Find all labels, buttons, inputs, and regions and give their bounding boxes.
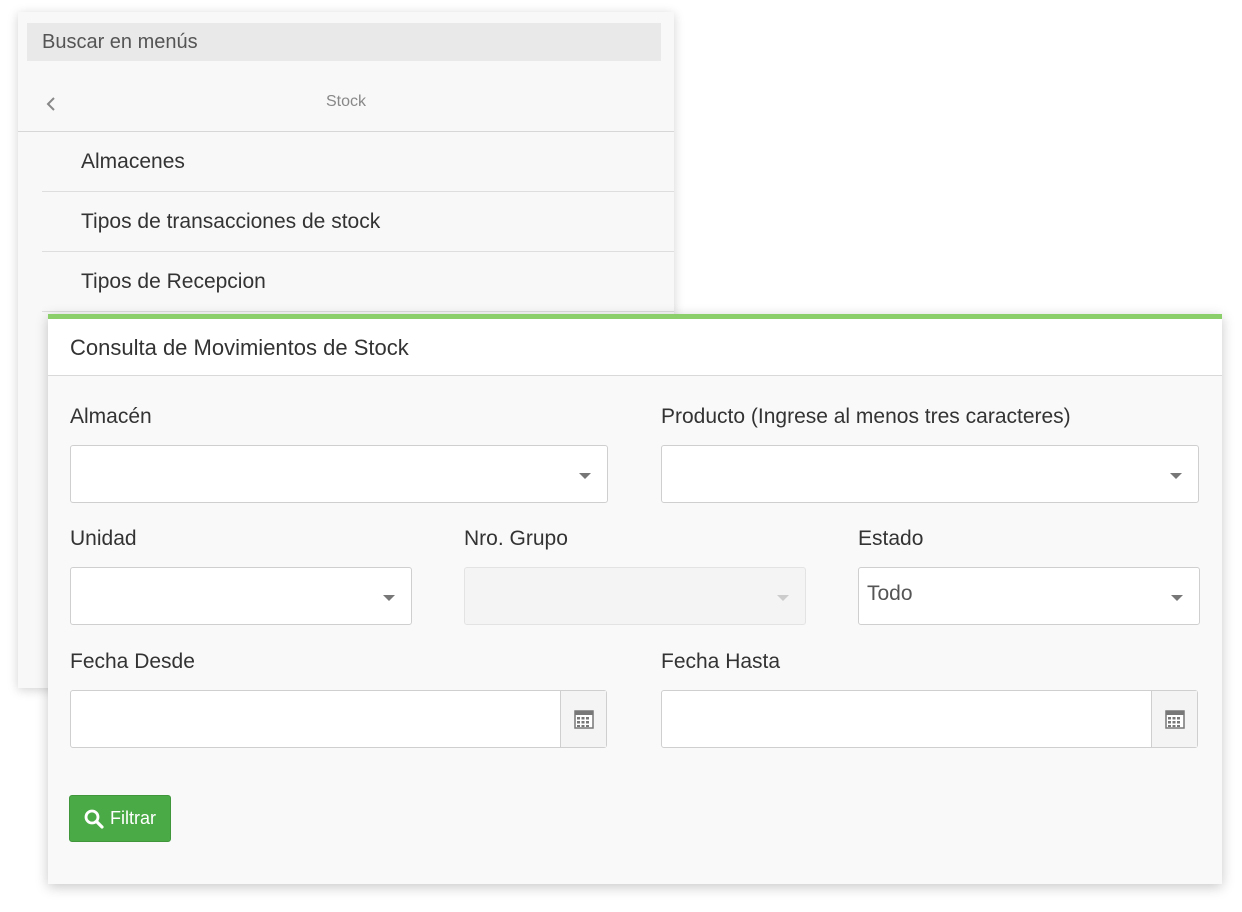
nro-grupo-select	[464, 567, 806, 625]
caret-down-icon	[1170, 473, 1182, 479]
filter-button-label: Filtrar	[110, 808, 156, 828]
caret-down-icon	[383, 595, 395, 601]
almacen-field: Almacén	[70, 404, 608, 504]
fecha-hasta-field: Fecha Hasta	[661, 649, 1198, 749]
fecha-desde-calendar-button[interactable]	[560, 691, 606, 747]
panel-title: Consulta de Movimientos de Stock	[48, 319, 1222, 376]
fecha-hasta-calendar-button[interactable]	[1151, 691, 1197, 747]
caret-down-icon	[1171, 595, 1183, 601]
producto-select[interactable]	[661, 445, 1199, 503]
fecha-hasta-input[interactable]	[662, 691, 1151, 747]
nro-grupo-label: Nro. Grupo	[464, 527, 568, 550]
estado-field: Estado Todo	[858, 526, 1200, 626]
fecha-desde-label: Fecha Desde	[70, 650, 195, 673]
calendar-icon	[573, 710, 594, 729]
unidad-select[interactable]	[70, 567, 412, 625]
fecha-desde-input[interactable]	[71, 691, 560, 747]
fecha-desde-field: Fecha Desde	[70, 649, 607, 749]
filter-button[interactable]: Filtrar	[69, 795, 171, 842]
caret-down-icon	[579, 473, 591, 479]
stock-movements-panel: Consulta de Movimientos de Stock Almacén…	[48, 314, 1222, 884]
almacen-select[interactable]	[70, 445, 608, 503]
almacen-label: Almacén	[70, 405, 152, 428]
caret-down-icon	[777, 595, 789, 601]
estado-label: Estado	[858, 527, 924, 550]
producto-field: Producto (Ingrese al menos tres caracter…	[661, 404, 1199, 504]
menu-item-almacenes[interactable]: Almacenes	[42, 132, 674, 192]
unidad-field: Unidad	[70, 526, 412, 626]
calendar-icon	[1164, 710, 1185, 729]
menu-item-tipos-recepcion[interactable]: Tipos de Recepcion	[42, 252, 674, 312]
fecha-desde-input-group	[70, 690, 607, 748]
estado-select[interactable]: Todo	[858, 567, 1200, 625]
producto-label: Producto (Ingrese al menos tres caracter…	[661, 405, 1071, 428]
fecha-hasta-input-group	[661, 690, 1198, 748]
nro-grupo-field: Nro. Grupo	[464, 526, 806, 626]
menu-title: Stock	[325, 93, 366, 110]
estado-value: Todo	[867, 582, 913, 605]
unidad-label: Unidad	[70, 527, 137, 550]
menu-item-tipos-transacciones[interactable]: Tipos de transacciones de stock	[42, 192, 674, 252]
search-icon	[84, 809, 104, 829]
menu-header: Stock	[18, 78, 674, 132]
menu-list: Almacenes Tipos de transacciones de stoc…	[42, 132, 674, 312]
fecha-hasta-label: Fecha Hasta	[661, 650, 781, 673]
menu-search-input[interactable]	[27, 23, 661, 61]
